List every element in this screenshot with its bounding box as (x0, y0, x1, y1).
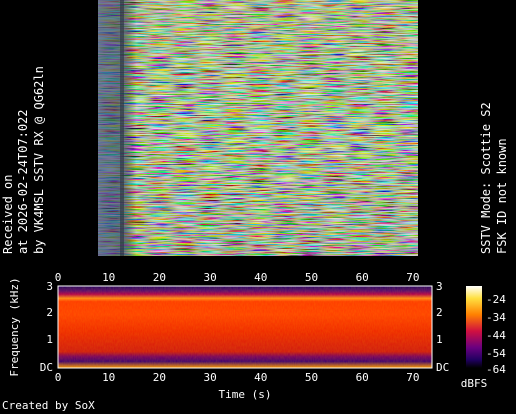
sstv-mode-caption: SSTV Mode: Scottie S2 (479, 102, 493, 254)
x-tick: 70 (406, 371, 419, 384)
colorbar (466, 286, 482, 368)
y-tick-right: 1 (436, 333, 443, 346)
x-tick: 50 (305, 371, 318, 384)
colorbar-ticks: -24 -34 -44 -54 -64 (486, 293, 506, 376)
x-tick: 30 (203, 371, 216, 384)
x-tick-top: 60 (356, 271, 369, 284)
x-tick: 0 (55, 371, 62, 384)
y-tick-right: 2 (436, 306, 443, 319)
y-tick: 2 (46, 306, 53, 319)
x-tick-top: 40 (254, 271, 267, 284)
x-tick-top: 0 (55, 271, 62, 284)
received-on-caption: Received on (1, 174, 15, 254)
y-tick-right: DC (436, 361, 449, 374)
y-tick-right: 3 (436, 280, 443, 293)
y-tick: DC (40, 361, 53, 374)
colorbar-tick: -24 (486, 293, 506, 306)
x-tick-top: 50 (305, 271, 318, 284)
x-tick: 40 (254, 371, 267, 384)
colorbar-tick: -54 (486, 347, 506, 360)
colorbar-tick: -34 (486, 311, 506, 324)
y-axis-left: DC 1 2 3 (40, 280, 53, 374)
x-tick-top: 10 (102, 271, 115, 284)
y-axis-label: Frequency (kHz) (8, 277, 21, 376)
x-axis-bottom: 0 10 20 30 40 50 60 70 (55, 371, 420, 384)
spectrogram: 0 10 20 30 40 50 60 70 0 10 20 30 40 50 … (8, 271, 506, 400)
colorbar-tick: -64 (486, 363, 506, 376)
x-tick-top: 20 (153, 271, 166, 284)
x-axis-top: 0 10 20 30 40 50 60 70 (55, 271, 420, 284)
credit-text: Created by SoX (2, 399, 95, 412)
received-at-caption: at 2026-02-24T07:022 (16, 109, 30, 255)
x-tick-top: 70 (406, 271, 419, 284)
colorbar-tick: -44 (486, 329, 506, 342)
x-tick-top: 30 (203, 271, 216, 284)
y-axis-right: DC 1 2 3 (436, 280, 449, 374)
y-tick: 3 (46, 280, 53, 293)
fsk-id-caption: FSK ID not known (495, 138, 509, 254)
y-tick: 1 (46, 333, 53, 346)
x-tick: 10 (102, 371, 115, 384)
x-tick: 60 (356, 371, 369, 384)
received-by-caption: by VK4MSL SSTV RX @ QG62ln (32, 66, 46, 254)
colorbar-unit: dBFS (461, 377, 488, 390)
x-tick: 20 (153, 371, 166, 384)
sstv-decoded-image (98, 0, 418, 256)
x-axis-label: Time (s) (219, 388, 272, 400)
